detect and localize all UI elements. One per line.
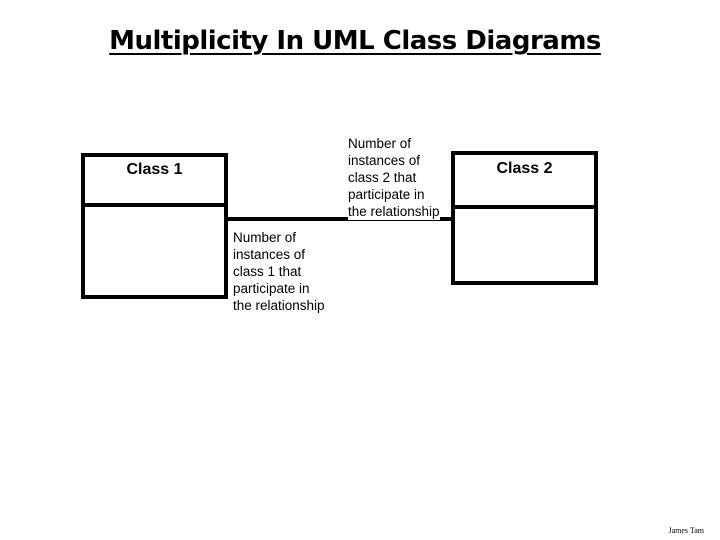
author-footer: James Tam	[668, 526, 704, 535]
multiplicity-note-class-2: Number of instances of class 2 that part…	[348, 135, 440, 220]
class-2-box: Class 2	[451, 151, 598, 285]
multiplicity-note-class-1: Number of instances of class 1 that part…	[233, 230, 325, 313]
class-1-box: Class 1	[81, 153, 228, 299]
class-2-name: Class 2	[455, 155, 594, 209]
slide-title: Multiplicity In UML Class Diagrams	[109, 26, 601, 56]
class-1-name: Class 1	[85, 157, 224, 207]
